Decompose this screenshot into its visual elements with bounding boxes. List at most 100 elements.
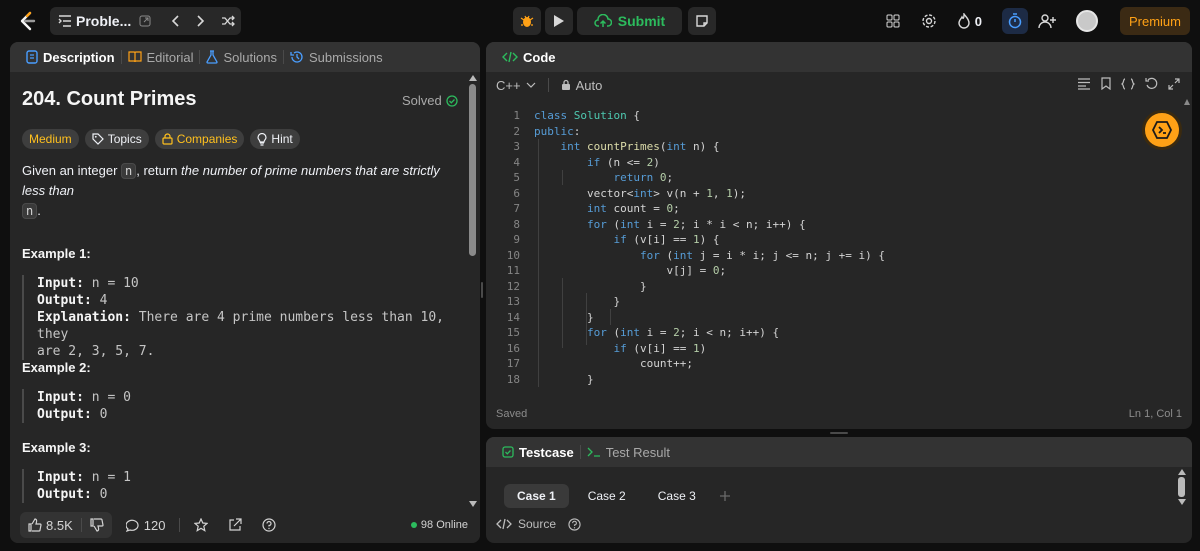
play-icon	[553, 14, 565, 28]
code-line: for (int j = i * i; j <= n; j += i) {	[639, 248, 886, 262]
avatar[interactable]	[1076, 10, 1098, 32]
favorite-button[interactable]	[188, 518, 214, 532]
testcase-tabs: Testcase Test Result	[486, 437, 1192, 467]
vertical-resize-handle[interactable]	[481, 282, 483, 298]
like-count: 8.5K	[46, 517, 73, 533]
comments-button[interactable]: 120	[120, 518, 172, 533]
tab-submissions-label: Submissions	[308, 49, 383, 65]
description-scrollbar[interactable]	[468, 74, 478, 508]
help-button[interactable]	[256, 518, 282, 532]
tab-code[interactable]: Code	[496, 42, 562, 72]
tab-testcase[interactable]: Testcase	[496, 437, 580, 467]
book-icon	[127, 51, 142, 63]
tab-test-result[interactable]: Test Result	[581, 437, 676, 467]
scroll-up-icon[interactable]	[1184, 99, 1190, 107]
input-label: Input:	[37, 276, 84, 291]
case-tab-2[interactable]: Case 2	[575, 484, 639, 508]
tab-editorial[interactable]: Editorial	[122, 42, 200, 72]
tab-description[interactable]: Description	[20, 42, 121, 72]
settings-gear-icon[interactable]	[921, 13, 937, 29]
thumbs-up-icon	[28, 518, 42, 532]
line-number: 8	[513, 217, 520, 231]
scroll-down-icon	[1178, 499, 1186, 505]
comment-icon	[125, 518, 140, 532]
code-line: }	[534, 310, 594, 324]
output-value: 0	[91, 407, 108, 422]
notes-button[interactable]	[688, 7, 716, 35]
testcase-scrollbar[interactable]	[1178, 469, 1186, 505]
tab-submissions[interactable]: Submissions	[284, 42, 389, 72]
next-problem-button[interactable]	[188, 7, 215, 35]
premium-button[interactable]: Premium	[1120, 7, 1190, 35]
add-case-icon[interactable]	[719, 490, 731, 502]
bookmark-icon[interactable]	[1101, 77, 1111, 90]
reset-icon[interactable]	[1145, 77, 1158, 90]
example-heading: Example 1:	[22, 246, 91, 261]
layout-grid-icon[interactable]	[885, 13, 901, 29]
share-icon	[228, 518, 243, 532]
expand-icon[interactable]	[1168, 77, 1180, 90]
horizontal-resize-handle[interactable]	[830, 432, 848, 434]
question-circle-icon[interactable]	[568, 517, 581, 531]
lightbulb-icon	[257, 132, 268, 146]
problem-statement: Given an integer n, return the number of…	[22, 161, 462, 221]
input-value: n = 10	[83, 276, 139, 291]
topics-label: Topics	[107, 132, 142, 146]
open-external-icon[interactable]	[139, 15, 151, 27]
submit-button[interactable]: Submit	[577, 7, 682, 35]
topics-chip[interactable]: Topics	[84, 129, 149, 149]
code-line: for (int i = 2; i < n; i++) {	[586, 326, 780, 339]
input-value: n = 1	[83, 470, 131, 485]
add-friend-icon[interactable]	[1038, 13, 1056, 29]
code-line: }	[534, 295, 621, 308]
curly-braces-icon[interactable]	[1121, 77, 1135, 90]
format-lines-icon[interactable]	[1077, 77, 1091, 90]
example-heading: Example 3:	[22, 440, 91, 455]
companies-chip[interactable]: Companies	[154, 129, 245, 149]
share-button[interactable]	[222, 518, 248, 532]
case-tabs: Case 1 Case 2 Case 3	[504, 484, 731, 508]
example-block: Input: n = 10 Output: 4 Explanation: The…	[22, 275, 462, 360]
scrollbar-thumb[interactable]	[469, 84, 476, 256]
like-button[interactable]: 8.5K	[20, 512, 81, 538]
streak-count: 0	[974, 13, 982, 29]
note-icon	[695, 14, 709, 28]
previous-problem-button[interactable]	[161, 7, 188, 35]
case-tab-3[interactable]: Case 3	[645, 484, 709, 508]
problem-list-button[interactable]: Proble...	[50, 7, 151, 35]
cursor-position: Ln 1, Col 1	[1128, 408, 1182, 420]
code-editor[interactable]: 1 2 3 4 5 6 7 8 9 10 11 12 13 14 15 16 1…	[486, 98, 1192, 388]
code-line: return 0;	[613, 171, 674, 184]
tab-solutions[interactable]: Solutions	[200, 42, 282, 72]
line-number: 17	[506, 357, 520, 370]
tag-icon	[92, 133, 104, 145]
solved-label: Solved	[402, 93, 442, 108]
ai-assistant-button[interactable]	[1142, 110, 1182, 150]
line-number: 5	[513, 171, 520, 184]
run-button[interactable]	[545, 7, 573, 35]
code-panel-header: Code	[486, 42, 1192, 72]
streak-counter[interactable]: 0	[957, 13, 982, 29]
code-lines: class Solution {public: int countPrimes(…	[534, 108, 885, 387]
scrollbar-thumb[interactable]	[1178, 477, 1185, 497]
test-result-label: Test Result	[605, 444, 670, 460]
shuffle-icon	[221, 15, 235, 27]
footer-divider	[179, 518, 181, 532]
timer-button[interactable]	[1002, 8, 1028, 34]
case-tab-1[interactable]: Case 1	[504, 484, 569, 508]
auto-mode-toggle[interactable]: Auto	[561, 78, 602, 93]
line-number: 7	[513, 202, 520, 215]
bug-icon	[519, 13, 535, 29]
dislike-button[interactable]	[82, 512, 112, 538]
hint-chip[interactable]: Hint	[250, 129, 300, 149]
page-title: 204. Count Primes	[22, 88, 197, 110]
language-select[interactable]: C++	[496, 78, 536, 93]
companies-label: Companies	[176, 132, 238, 146]
leetcode-logo-icon[interactable]	[16, 10, 38, 32]
debug-button[interactable]	[513, 7, 541, 35]
example-heading: Example 2:	[22, 360, 91, 375]
vote-group: 8.5K	[20, 512, 112, 538]
random-problem-button[interactable]	[214, 7, 241, 35]
source-button[interactable]: Source	[496, 517, 581, 531]
problem-tags: Medium Topics Companies Hint	[22, 129, 300, 149]
